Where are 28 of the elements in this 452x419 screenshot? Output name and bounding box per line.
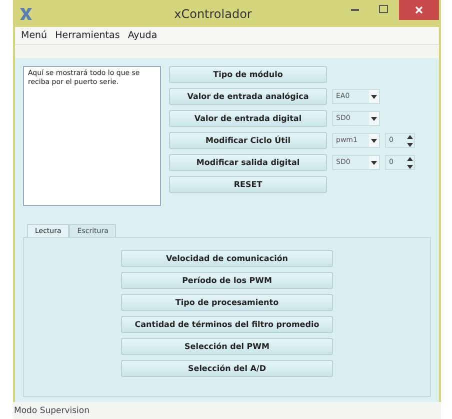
x-logo-icon: [19, 6, 33, 20]
command-button[interactable]: RESET: [169, 176, 327, 193]
dropdown-arrow-icon: [371, 138, 377, 142]
command-button[interactable]: Modificar Ciclo Útil: [169, 132, 327, 149]
close-icon: [415, 6, 423, 14]
close-button[interactable]: [399, 0, 439, 20]
window-title: xControlador: [173, 6, 253, 20]
command-button[interactable]: Tipo de procesamiento: [121, 294, 333, 311]
command-button[interactable]: Valor de entrada analógica: [169, 88, 327, 105]
command-button[interactable]: Modificar salida digital: [169, 154, 327, 171]
dropdown-arrow-icon: [371, 116, 377, 120]
dropdown-arrow-icon: [371, 94, 377, 98]
menu-item[interactable]: Menú: [21, 30, 48, 41]
command-button[interactable]: Período de los PWM: [121, 272, 333, 289]
command-button[interactable]: Valor de entrada digital: [169, 110, 327, 127]
command-button[interactable]: Velocidad de comunicación: [121, 250, 333, 267]
command-button[interactable]: Cantidad de términos del filtro promedio: [121, 316, 333, 333]
command-button[interactable]: Tipo de módulo: [169, 66, 327, 83]
maximize-icon: [378, 5, 388, 13]
command-button[interactable]: Selección del PWM: [121, 338, 333, 355]
minimize-icon: [351, 8, 359, 10]
spin-arrows-icon: [406, 134, 412, 146]
menu-item[interactable]: Herramientas: [55, 30, 120, 41]
spin-arrows-icon: [406, 156, 412, 168]
status-text: Modo Supervision: [14, 406, 90, 416]
menu-item[interactable]: Ayuda: [128, 30, 158, 41]
dropdown-arrow-icon: [371, 160, 377, 164]
command-button[interactable]: Selección del A/D: [121, 360, 333, 377]
